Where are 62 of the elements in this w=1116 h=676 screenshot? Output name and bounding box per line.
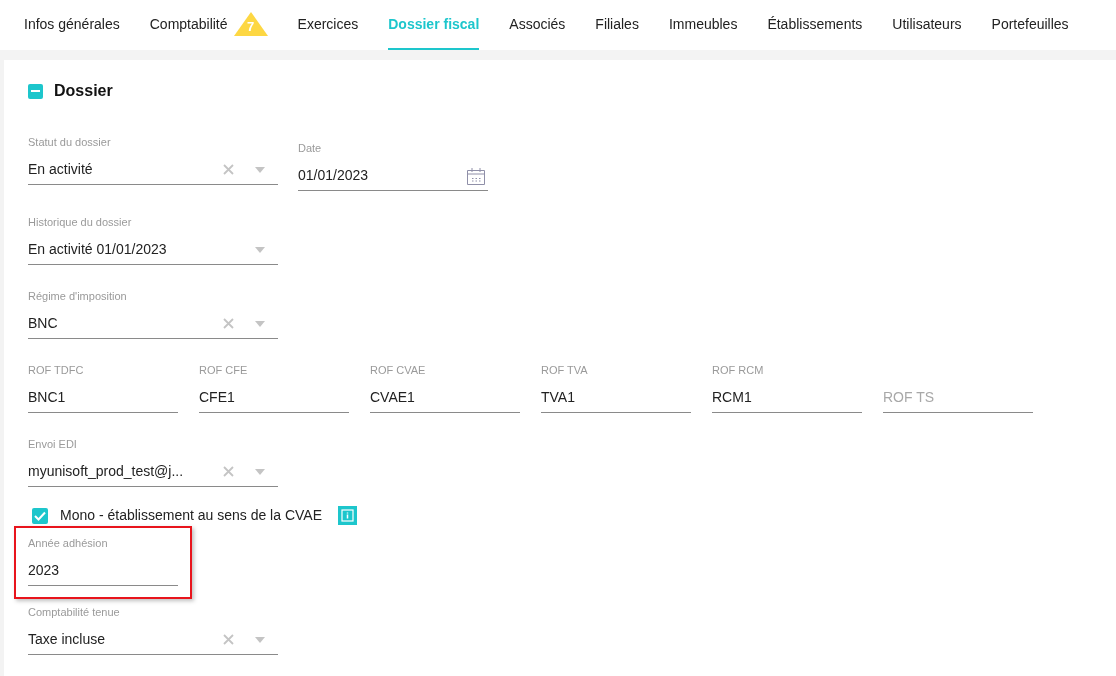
- clear-icon[interactable]: [223, 466, 234, 477]
- tab[interactable]: Établissements: [767, 0, 863, 50]
- input-value: BNC1: [28, 388, 66, 407]
- clear-icon[interactable]: [223, 634, 234, 645]
- warning-badge: 7: [233, 12, 268, 36]
- input-field[interactable]: RCM1: [712, 383, 862, 413]
- caret-icon[interactable]: [255, 636, 265, 643]
- checkbox-label: Mono - établissement au sens de la CVAE: [60, 506, 322, 525]
- select-field[interactable]: En activité: [28, 155, 278, 185]
- field-label: ROF RCM: [712, 363, 765, 377]
- input-value: RCM1: [712, 388, 752, 407]
- tab[interactable]: Comptabilité 7: [149, 0, 268, 50]
- select-value: BNC: [28, 314, 59, 333]
- select-value: myunisoft_prod_test@j...: [28, 462, 185, 481]
- calendar-icon[interactable]: [466, 165, 486, 186]
- select-field[interactable]: BNC: [28, 309, 278, 339]
- tab[interactable]: Associés: [509, 0, 566, 50]
- input-field[interactable]: BNC1: [28, 383, 178, 413]
- input-field[interactable]: CFE1: [199, 383, 349, 413]
- select-value: En activité: [28, 160, 94, 179]
- clear-icon[interactable]: [223, 164, 234, 175]
- date-value: 01/01/2023: [298, 166, 370, 185]
- input-value: CVAE1: [370, 388, 415, 407]
- checkbox[interactable]: [32, 507, 48, 524]
- caret-icon[interactable]: [255, 246, 265, 253]
- select-value: En activité 01/01/2023: [28, 240, 168, 259]
- field-label: Comptabilité tenue: [28, 605, 121, 619]
- field-label: ROF TVA: [541, 363, 589, 377]
- tab[interactable]: Exercices: [297, 0, 359, 50]
- input-field[interactable]: TVA1: [541, 383, 691, 413]
- caret-icon[interactable]: [255, 320, 265, 327]
- input-placeholder: ROF TS: [883, 388, 935, 407]
- field-label: Régime d'imposition: [28, 289, 128, 303]
- field-label: ROF TDFC: [28, 363, 85, 377]
- caret-icon[interactable]: [255, 468, 265, 475]
- field-label: Date: [298, 141, 323, 155]
- tab[interactable]: Filiales: [595, 0, 639, 50]
- clear-icon[interactable]: [223, 318, 234, 329]
- input-value: TVA1: [541, 388, 575, 407]
- field-label: Envoi EDI: [28, 437, 78, 451]
- select-value: Taxe incluse: [28, 630, 107, 649]
- caret-icon[interactable]: [255, 166, 265, 173]
- field-label: Statut du dossier: [28, 135, 112, 149]
- select-field[interactable]: myunisoft_prod_test@j...: [28, 457, 278, 487]
- info-icon[interactable]: [338, 506, 357, 525]
- tab[interactable]: Infos générales: [24, 0, 120, 50]
- input-value: 2023: [28, 561, 60, 580]
- collapse-icon[interactable]: [28, 83, 43, 99]
- field-label: ROF CVAE: [370, 363, 427, 377]
- tab[interactable]: Utilisateurs: [892, 0, 962, 50]
- tab[interactable]: Portefeuilles: [991, 0, 1069, 50]
- select-field[interactable]: Taxe incluse: [28, 625, 278, 655]
- field-label: ROF CFE: [199, 363, 249, 377]
- input-field[interactable]: CVAE1: [370, 383, 520, 413]
- input-field[interactable]: 2023: [28, 556, 178, 586]
- field-label: Historique du dossier: [28, 215, 133, 229]
- date-field[interactable]: 01/01/2023: [298, 161, 488, 191]
- select-field[interactable]: En activité 01/01/2023: [28, 235, 278, 265]
- tab[interactable]: Immeubles: [668, 0, 738, 50]
- input-value: CFE1: [199, 388, 235, 407]
- field-label: Année adhésion: [28, 536, 109, 550]
- section-title: Dossier: [54, 81, 113, 101]
